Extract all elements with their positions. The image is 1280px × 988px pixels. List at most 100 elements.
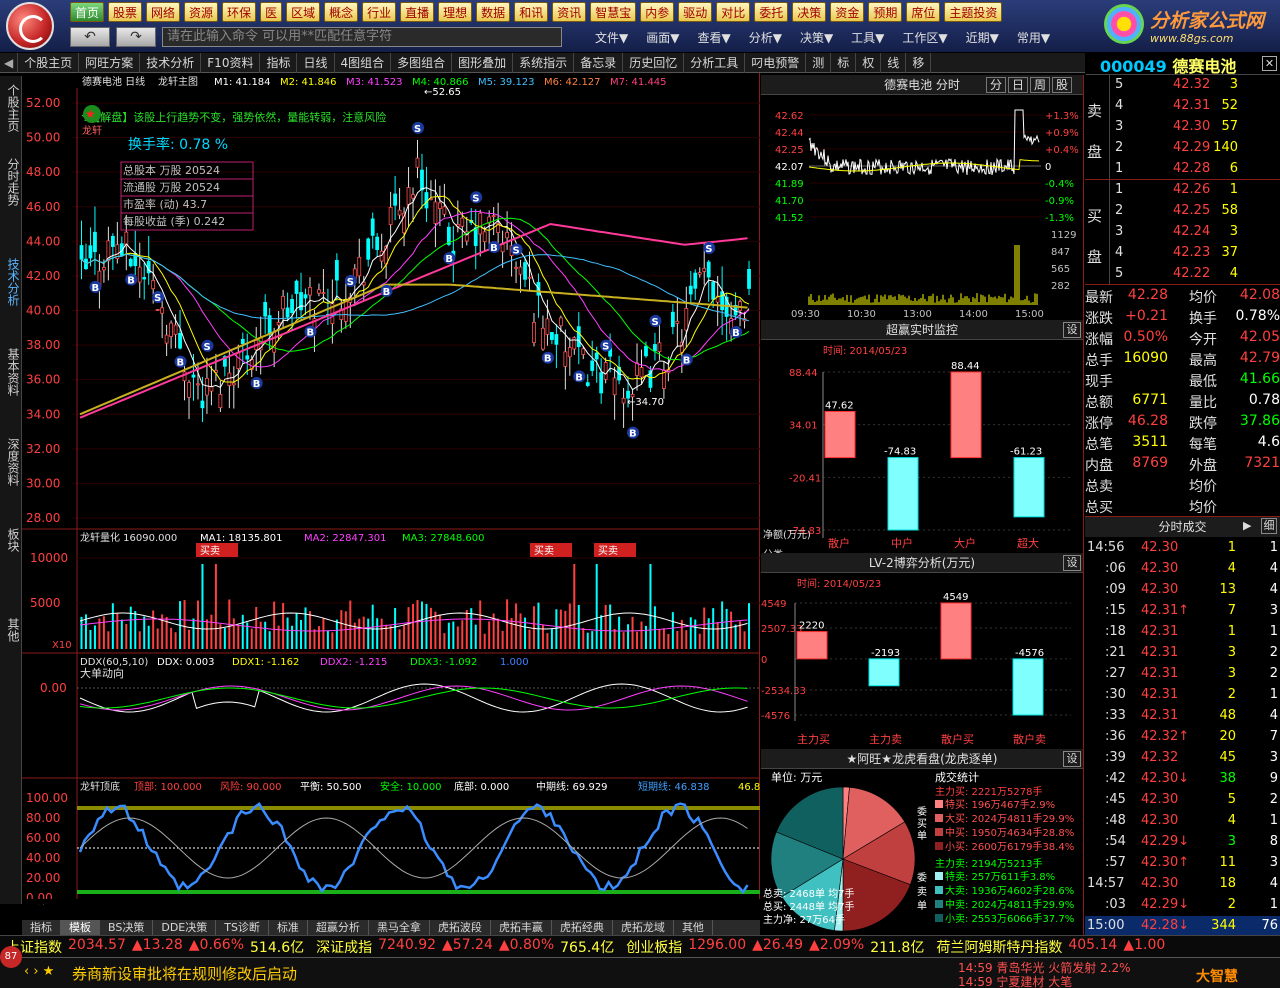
menu-4[interactable]: 环保 [222, 2, 257, 22]
toolbar-item-18[interactable]: 移 [906, 52, 932, 73]
ticker-item-0[interactable]: 上证指数 2034.57 ▲13.28 ▲0.66% 514.6亿 [0, 937, 310, 957]
news-nav-icon[interactable]: ‹ › ★ [24, 964, 54, 979]
toolbar-item-14[interactable]: 测 [806, 52, 832, 73]
ask-row-2[interactable]: 2 42.29 140 [1085, 138, 1280, 159]
alert-line-2[interactable]: 14:59 宁夏建材 大笔 [958, 973, 1178, 988]
toolbar-left-arrow-icon[interactable]: ◀ [0, 52, 19, 73]
toolbar-item-17[interactable]: 线 [881, 52, 907, 73]
toolbar-item-15[interactable]: 标 [831, 52, 857, 73]
menu-18[interactable]: 委托 [754, 2, 789, 22]
menu-3[interactable]: 资源 [184, 2, 219, 22]
bottom-tab-7[interactable]: 黑马全拿 [369, 920, 430, 935]
news-text[interactable]: 券商新设审批将在规则修改后启动 [72, 963, 297, 984]
toolbar-item-2[interactable]: 技术分析 [140, 52, 202, 73]
ask-row-4[interactable]: 4 42.31 52 [1085, 96, 1280, 117]
intraday-panel[interactable]: 德赛电池 分时 分日周股 42.62 +1.3% 42.44 +0.9% 42.25 +0… [761, 75, 1084, 320]
menu-22[interactable]: 席位 [906, 2, 941, 22]
app-logo-icon[interactable] [6, 2, 54, 50]
toolbar-item-0[interactable]: 个股主页 [18, 52, 80, 73]
ask-row-5[interactable]: 5 42.32 3 [1085, 75, 1280, 96]
menu-9[interactable]: 直播 [400, 2, 435, 22]
toolbar-item-4[interactable]: 指标 [260, 52, 298, 73]
menu-19[interactable]: 决策 [792, 2, 827, 22]
ticks-detail-button[interactable]: 细 [1261, 518, 1277, 534]
menu-12[interactable]: 和讯 [514, 2, 549, 22]
left-tab-6[interactable]: 其他 [2, 618, 20, 642]
notification-badge[interactable]: 87 [0, 946, 22, 968]
menu-7[interactable]: 概念 [324, 2, 359, 22]
menu-6[interactable]: 区域 [286, 2, 321, 22]
cmd-menu-7[interactable]: 近期▼ [957, 29, 1008, 46]
cmd-menu-2[interactable]: 查看▼ [688, 29, 739, 46]
bottom-tab-1[interactable]: 模板 [61, 920, 100, 935]
cmd-menu-1[interactable]: 画面▼ [637, 29, 688, 46]
bid-row-4[interactable]: 4 42.23 37 [1085, 243, 1280, 264]
ticker-item-1[interactable]: 深证成指 7240.92 ▲57.24 ▲0.80% 765.4亿 [310, 937, 620, 957]
bottom-tab-5[interactable]: 标准 [269, 920, 308, 935]
menu-11[interactable]: 数据 [476, 2, 511, 22]
lv2-panel[interactable]: LV-2博弈分析(万元) 设 时间: 2014/05/23 4549 2507.33… [761, 553, 1084, 749]
left-tab-5[interactable]: 板块 [2, 528, 20, 552]
toolbar-item-12[interactable]: 分析工具 [684, 52, 746, 73]
menu-20[interactable]: 资金 [830, 2, 865, 22]
ticker-item-2[interactable]: 创业板指 1296.00 ▲26.49 ▲2.09% 211.8亿 [620, 937, 930, 957]
toolbar-item-9[interactable]: 系统指示 [513, 52, 575, 73]
cmd-menu-6[interactable]: 工作区▼ [893, 29, 956, 46]
bid-row-1[interactable]: 1 42.26 1 [1085, 180, 1280, 201]
bid-row-3[interactable]: 3 42.24 3 [1085, 222, 1280, 243]
menu-2[interactable]: 网络 [146, 2, 181, 22]
bottom-tab-10[interactable]: 虎拓经典 [552, 920, 613, 935]
kline-chart-area[interactable]: 德赛电池 日线 龙轩主图 M1: 41.184 M2: 41.846 M3: 41.52… [22, 73, 760, 918]
close-icon[interactable]: ✕ [1262, 56, 1277, 71]
cmd-menu-3[interactable]: 分析▼ [740, 29, 791, 46]
toolbar-item-11[interactable]: 历史回忆 [623, 52, 685, 73]
ticks-expand-icon[interactable]: ▶ [1243, 519, 1251, 532]
dragon-panel[interactable]: ★阿旺★龙虎看盘(龙虎逐单) 设 单位: 万元 成交统计委买单委卖单主力买: 22… [761, 749, 1084, 935]
left-tab-1[interactable]: 分时走势 [2, 158, 20, 206]
menu-13[interactable]: 资讯 [552, 2, 587, 22]
toolbar-item-16[interactable]: 权 [856, 52, 882, 73]
toolbar-item-7[interactable]: 多图组合 [391, 52, 453, 73]
left-tab-4[interactable]: 深度资料 [2, 438, 20, 486]
menu-21[interactable]: 预期 [868, 2, 903, 22]
bottom-tab-9[interactable]: 虎拓丰赢 [491, 920, 552, 935]
intraday-tab-3[interactable]: 股 [1052, 77, 1072, 93]
bottom-tab-3[interactable]: DDE决策 [153, 920, 217, 935]
forward-button[interactable]: ↷ [116, 27, 156, 47]
menu-5[interactable]: 医 [260, 2, 283, 22]
cmd-menu-8[interactable]: 常用▼ [1008, 29, 1059, 46]
toolbar-item-3[interactable]: F10资料 [201, 52, 261, 73]
back-button[interactable]: ↶ [70, 27, 110, 47]
lv2-settings-button[interactable]: 设 [1063, 555, 1081, 571]
cmd-menu-4[interactable]: 决策▼ [791, 29, 842, 46]
toolbar-item-1[interactable]: 阿旺方案 [79, 52, 141, 73]
dragon-settings-button[interactable]: 设 [1063, 751, 1081, 767]
menu-0[interactable]: 首页 [70, 2, 105, 22]
toolbar-item-10[interactable]: 备忘录 [574, 52, 624, 73]
ticker-item-3[interactable]: 荷兰阿姆斯特丹指数 405.14 ▲1.00 [930, 937, 1171, 957]
toolbar-item-8[interactable]: 图形叠加 [452, 52, 514, 73]
ask-row-3[interactable]: 3 42.30 57 [1085, 117, 1280, 138]
intraday-tab-1[interactable]: 日 [1008, 77, 1028, 93]
left-tab-2[interactable]: 技术分析 [2, 258, 20, 306]
menu-10[interactable]: 理想 [438, 2, 473, 22]
menu-8[interactable]: 行业 [362, 2, 397, 22]
bottom-tab-2[interactable]: BS决策 [100, 920, 154, 935]
menu-1[interactable]: 股票 [108, 2, 143, 22]
bottom-tab-12[interactable]: 其他 [674, 920, 713, 935]
menu-23[interactable]: 主题投资 [944, 2, 1003, 22]
ask-row-1[interactable]: 1 42.28 6 [1085, 159, 1280, 180]
bid-row-5[interactable]: 5 42.22 4 [1085, 264, 1280, 285]
monitor-panel[interactable]: 超赢实时监控 设 时间: 2014/05/23 88.44 34.01 -20.41 -… [761, 320, 1084, 553]
bottom-tab-4[interactable]: TS诊断 [216, 920, 269, 935]
intraday-tab-0[interactable]: 分 [986, 77, 1006, 93]
bid-row-2[interactable]: 2 42.25 58 [1085, 201, 1280, 222]
toolbar-item-6[interactable]: 4图组合 [335, 52, 392, 73]
command-input[interactable]: 请在此输入命令 可以用**匹配任意字符 [162, 27, 562, 47]
bottom-tab-11[interactable]: 虎拓龙域 [613, 920, 674, 935]
toolbar-item-5[interactable]: 日线 [297, 52, 335, 73]
bottom-tab-6[interactable]: 超赢分析 [308, 920, 369, 935]
cmd-menu-5[interactable]: 工具▼ [842, 29, 893, 46]
menu-17[interactable]: 对比 [716, 2, 751, 22]
bottom-tab-8[interactable]: 虎拓波段 [430, 920, 491, 935]
